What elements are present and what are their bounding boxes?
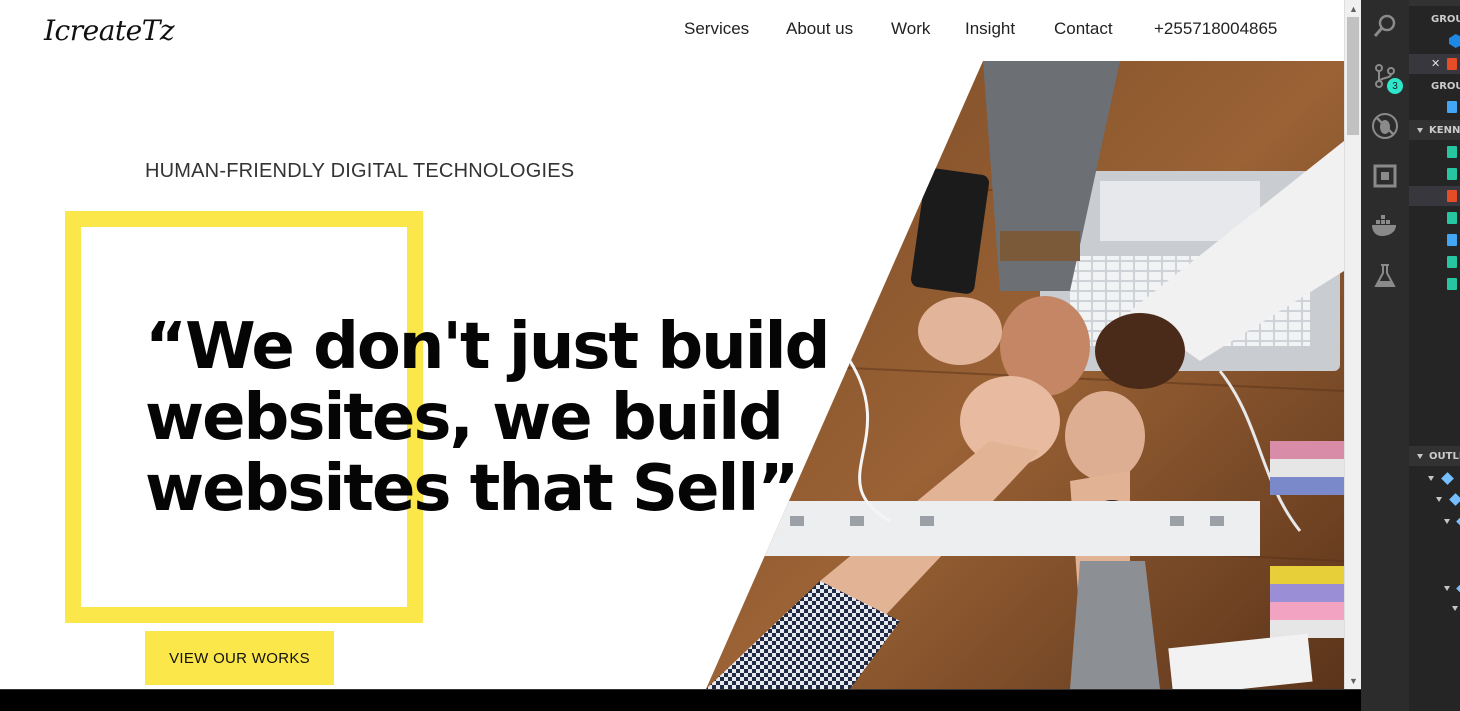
html-file-icon[interactable]	[1447, 190, 1457, 202]
scm-badge: 3	[1387, 78, 1403, 94]
open-editors-group-2[interactable]: GROUP	[1409, 76, 1460, 96]
debug-icon[interactable]	[1361, 106, 1409, 146]
scroll-thumb[interactable]	[1347, 17, 1359, 135]
image-file-icon[interactable]	[1447, 256, 1457, 268]
css-file-icon[interactable]	[1447, 101, 1457, 113]
headline-line-1: “We don't just build	[145, 310, 830, 384]
main-nav: Services About us Work Insight Contact +…	[0, 19, 1344, 41]
vscode-file-icon[interactable]	[1449, 34, 1460, 48]
symbol-icon[interactable]	[1456, 515, 1460, 528]
nav-contact[interactable]: Contact	[1054, 19, 1113, 39]
editor-explorer-panel: GROUP ✕ GROUP KENNEDY OUTLINE	[1409, 0, 1460, 711]
scroll-up-arrow-icon[interactable]: ▲	[1345, 0, 1362, 17]
expand-arrow-icon[interactable]	[1436, 497, 1442, 502]
symbol-icon[interactable]	[1441, 472, 1454, 485]
html-file-icon[interactable]	[1447, 58, 1457, 70]
hero-tagline: HUMAN-FRIENDLY DIGITAL TECHNOLOGIES	[145, 160, 575, 182]
nav-about-us[interactable]: About us	[786, 19, 853, 39]
browser-page: IcreateTz Services About us Work Insight…	[0, 0, 1344, 689]
nav-services[interactable]: Services	[684, 19, 749, 39]
docker-icon[interactable]	[1361, 206, 1409, 246]
image-file-icon[interactable]	[1447, 278, 1457, 290]
nav-insight[interactable]: Insight	[965, 19, 1015, 39]
hero-headline: “We don't just build websites, we build …	[145, 310, 830, 526]
open-editors-header	[1409, 0, 1460, 6]
expand-arrow-icon[interactable]	[1444, 586, 1450, 591]
scroll-down-arrow-icon[interactable]: ▼	[1345, 672, 1362, 689]
project-folder-header[interactable]: KENNEDY	[1409, 120, 1460, 140]
css-file-icon[interactable]	[1447, 234, 1457, 246]
expand-arrow-icon[interactable]	[1428, 476, 1434, 481]
expand-arrow-icon[interactable]	[1444, 519, 1450, 524]
view-our-works-button[interactable]: VIEW OUR WORKS	[145, 631, 334, 685]
open-editors-group-1[interactable]: GROUP	[1409, 9, 1460, 29]
image-file-icon[interactable]	[1447, 212, 1457, 224]
image-file-icon[interactable]	[1447, 146, 1457, 158]
symbol-icon[interactable]	[1456, 582, 1460, 595]
headline-line-2: websites, we build	[145, 381, 784, 455]
search-icon[interactable]	[1361, 6, 1409, 46]
expand-arrow-icon[interactable]	[1452, 606, 1458, 611]
symbol-icon[interactable]	[1449, 493, 1460, 506]
test-flask-icon[interactable]	[1361, 256, 1409, 296]
extensions-icon[interactable]	[1361, 156, 1409, 196]
editor-activity-bar: 3	[1361, 0, 1409, 711]
page-scrollbar[interactable]: ▲ ▼	[1344, 0, 1361, 689]
nav-work[interactable]: Work	[891, 19, 930, 39]
nav-phone[interactable]: +255718004865	[1154, 19, 1277, 39]
outline-header[interactable]: OUTLINE	[1409, 446, 1460, 466]
close-editor-icon[interactable]: ✕	[1431, 57, 1440, 70]
bottom-taskbar	[0, 689, 1361, 711]
image-file-icon[interactable]	[1447, 168, 1457, 180]
source-control-icon[interactable]: 3	[1361, 56, 1409, 96]
headline-line-3: websites that Sell”	[145, 452, 799, 526]
